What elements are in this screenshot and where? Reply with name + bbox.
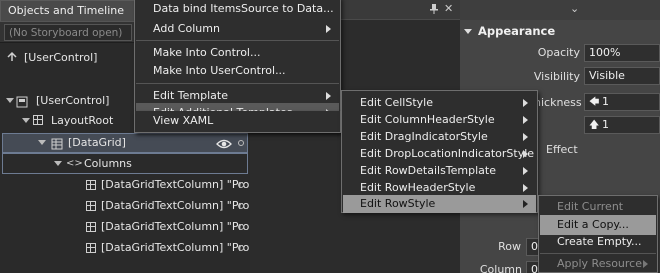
eye-icon[interactable] [216, 137, 232, 149]
lock-toggle-icon[interactable] [238, 203, 244, 209]
grid-icon [33, 115, 43, 125]
menu-separator [136, 40, 339, 41]
menu-item-create-empty[interactable]: Create Empty... [540, 232, 656, 252]
menu-item-make-into-usercontrol[interactable]: Make Into UserControl... [136, 61, 339, 81]
menu-separator [136, 83, 339, 84]
properties-header [460, 0, 660, 20]
arrow-up-icon: 🡅 [589, 120, 600, 131]
expander-icon[interactable] [22, 118, 30, 123]
submenu-arrow-icon [523, 184, 528, 192]
context-menu-tail: View XAML [134, 111, 341, 133]
submenu-arrow-icon [326, 92, 331, 100]
lock-toggle-icon[interactable] [238, 182, 244, 188]
section-title: Appearance [478, 24, 556, 38]
visibility-select[interactable]: Visible [584, 67, 660, 85]
tree-label: [DataGridTextColumn] "Pro [101, 199, 250, 212]
submenu-arrow-icon [326, 25, 331, 33]
section-expander-icon[interactable] [464, 28, 472, 34]
appearance-section[interactable]: Appearance [462, 21, 555, 41]
tree-label: [UserControl] [36, 94, 110, 107]
menu-item-data-bind[interactable]: Data bind ItemsSource to Data... [136, 0, 339, 19]
menu-item-edit-current[interactable]: Edit Current [540, 197, 656, 217]
menu-item-edit-rowstyle[interactable]: Edit RowStyle [343, 195, 536, 213]
column-icon [86, 180, 96, 190]
submenu-arrow-icon [523, 167, 528, 175]
code-brackets-icon: <> [66, 158, 83, 169]
tree-label: [DataGridTextColumn] "Pro [101, 220, 250, 233]
pin-icon[interactable] [430, 4, 438, 14]
thickness-top-field[interactable]: 🡅 1 [584, 116, 660, 134]
expander-icon[interactable] [6, 98, 14, 103]
usercontrol-icon [16, 95, 28, 108]
tree-label: [DataGridTextColumn] "Pro [101, 178, 250, 191]
submenu-arrow-icon [523, 116, 528, 124]
tree-row-column-3[interactable]: [DataGridTextColumn] "Pro [0, 217, 250, 237]
arrow-left-icon: 🡄 [589, 97, 600, 108]
tree-row-column-1[interactable]: [DataGridTextColumn] "Pro [0, 175, 250, 195]
tree-row-columns[interactable]: <> Columns [0, 154, 250, 174]
column-icon [86, 201, 96, 211]
submenu-arrow-icon [523, 150, 528, 158]
close-icon[interactable]: ✕ [444, 2, 453, 15]
menu-item-make-into-control[interactable]: Make Into Control... [136, 43, 339, 63]
submenu-arrow-icon [523, 200, 528, 208]
effect-label: Effect [546, 143, 578, 156]
tree-label: Columns [84, 157, 132, 170]
row-label: Row [498, 240, 521, 253]
border-thickness-label: hickness [534, 96, 582, 109]
submenu-arrow-icon [523, 133, 528, 141]
menu-item-view-xaml[interactable]: View XAML [136, 111, 339, 131]
visibility-label: Visibility [533, 70, 580, 83]
submenu-arrow-icon [643, 260, 648, 268]
column-icon [86, 243, 96, 253]
lock-toggle-icon[interactable] [238, 140, 244, 146]
tree-row-column-4[interactable]: [DataGridTextColumn] "Pro [0, 238, 250, 258]
tree-row-datagrid[interactable]: [DataGrid] [0, 133, 250, 153]
tree-label: [DataGrid] [68, 136, 126, 149]
scope-label: [UserControl] [24, 51, 98, 64]
storyboard-selector[interactable]: (No Storyboard open) [4, 24, 132, 41]
column-label: Column [479, 263, 522, 273]
expander-icon[interactable] [54, 161, 62, 166]
chevron-down-icon[interactable]: ⌄ [570, 2, 579, 15]
tree-row-column-2[interactable]: [DataGridTextColumn] "Pro [0, 196, 250, 216]
lock-toggle-icon[interactable] [238, 224, 244, 230]
scope-up-icon[interactable] [6, 51, 18, 63]
submenu-arrow-icon [523, 99, 528, 107]
lock-toggle-icon[interactable] [238, 245, 244, 251]
objects-and-timeline-tab[interactable]: Objects and Timeline [0, 0, 150, 21]
tree-label: LayoutRoot [51, 114, 114, 127]
expander-icon[interactable] [38, 140, 46, 145]
additional-templates-submenu: Edit CellStyle Edit ColumnHeaderStyle Ed… [341, 90, 538, 213]
column-icon [86, 222, 96, 232]
opacity-field[interactable]: 100% [584, 44, 660, 62]
menu-item-add-column[interactable]: Add Column [136, 19, 339, 39]
datagrid-icon [51, 137, 63, 150]
tree-label: [DataGridTextColumn] "Pro [101, 241, 250, 254]
menu-item-apply-resource[interactable]: Apply Resource [540, 254, 656, 273]
rowstyle-submenu: Edit Current Edit a Copy... Create Empty… [538, 195, 658, 273]
thickness-left-field[interactable]: 🡄 1 [584, 93, 660, 111]
opacity-label: Opacity [537, 46, 580, 59]
